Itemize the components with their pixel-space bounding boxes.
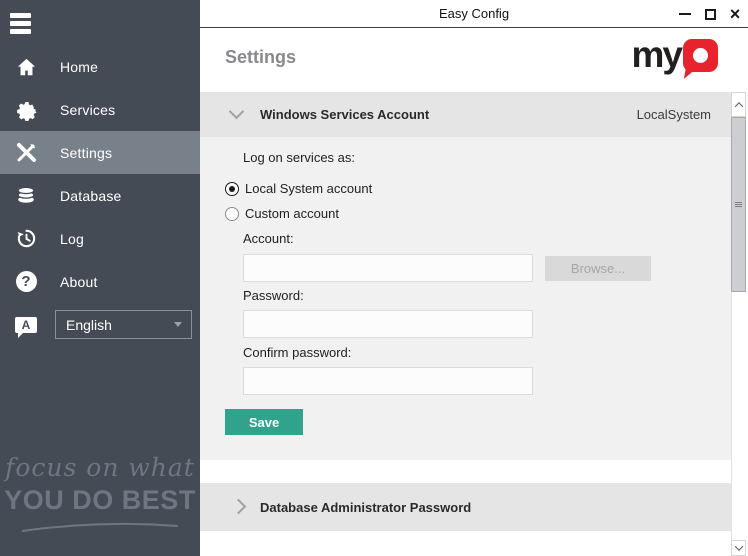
page-title: Settings bbox=[225, 47, 296, 68]
logon-label: Log on services as: bbox=[243, 150, 355, 165]
account-input[interactable] bbox=[243, 254, 533, 282]
home-icon bbox=[13, 55, 39, 79]
translate-icon: A bbox=[13, 313, 39, 337]
radio-custom-account[interactable]: Custom account bbox=[225, 206, 339, 221]
sidebar-item-language: A English bbox=[0, 303, 200, 346]
sidebar-item-label: Log bbox=[60, 231, 84, 247]
confirm-password-input[interactable] bbox=[243, 367, 533, 395]
main-area: Easy Config × Settings my Windows Servic… bbox=[200, 0, 748, 556]
chevron-up-icon bbox=[734, 102, 742, 110]
language-dropdown[interactable]: English bbox=[55, 310, 192, 339]
maximize-icon bbox=[705, 9, 716, 20]
titlebar: Easy Config × bbox=[200, 0, 748, 28]
section-title: Database Administrator Password bbox=[260, 483, 471, 531]
sidebar-item-label: Services bbox=[60, 102, 115, 118]
section-value: LocalSystem bbox=[637, 92, 711, 137]
chevron-down-icon bbox=[229, 104, 245, 120]
radio-label: Local System account bbox=[245, 181, 372, 196]
hamburger-menu-icon[interactable] bbox=[10, 13, 31, 34]
sidebar-item-label: About bbox=[60, 274, 98, 290]
myq-logo-text: my bbox=[632, 39, 681, 71]
easy-config-window: Home Services Settings bbox=[0, 0, 748, 556]
close-button[interactable]: × bbox=[728, 7, 742, 21]
sidebar-item-label: Home bbox=[60, 59, 98, 75]
window-title: Easy Config bbox=[200, 0, 748, 28]
sidebar-item-log[interactable]: Log bbox=[0, 217, 200, 260]
sidebar: Home Services Settings bbox=[0, 0, 200, 556]
sidebar-item-label: Database bbox=[60, 188, 122, 204]
scroll-up-button[interactable] bbox=[731, 92, 746, 117]
language-dropdown-value: English bbox=[66, 317, 112, 333]
section-windows-services-account[interactable]: Windows Services Account LocalSystem bbox=[200, 92, 731, 137]
page-header: Settings my bbox=[200, 28, 748, 91]
scroll-down-button[interactable] bbox=[731, 540, 746, 556]
sidebar-item-about[interactable]: ? About bbox=[0, 260, 200, 303]
chevron-down-icon bbox=[734, 542, 742, 550]
password-input[interactable] bbox=[243, 310, 533, 338]
sidebar-item-label: Settings bbox=[60, 145, 112, 161]
chevron-right-icon bbox=[231, 499, 247, 515]
sidebar-item-services[interactable]: Services bbox=[0, 88, 200, 131]
tagline-line1: focus on what bbox=[0, 453, 200, 482]
minimize-button[interactable] bbox=[678, 7, 692, 21]
section-title: Windows Services Account bbox=[260, 92, 429, 137]
minimize-icon bbox=[679, 13, 691, 15]
section-database-administrator-password[interactable]: Database Administrator Password bbox=[200, 483, 731, 531]
brand-tagline: focus on what YOU DO BEST bbox=[0, 453, 200, 534]
radio-local-system-account[interactable]: Local System account bbox=[225, 181, 372, 196]
maximize-button[interactable] bbox=[703, 7, 717, 21]
scrollbar-grip-icon bbox=[735, 202, 742, 208]
gear-icon bbox=[13, 98, 39, 122]
sidebar-menu: Home Services Settings bbox=[0, 45, 200, 346]
radio-unselected-icon bbox=[225, 207, 239, 221]
sidebar-item-database[interactable]: Database bbox=[0, 174, 200, 217]
password-label: Password: bbox=[243, 288, 304, 303]
confirm-password-label: Confirm password: bbox=[243, 345, 351, 360]
tools-icon bbox=[13, 141, 39, 165]
myq-logo-q-icon bbox=[683, 39, 718, 72]
scrollbar-thumb[interactable] bbox=[731, 117, 746, 292]
history-clock-icon bbox=[13, 227, 39, 251]
settings-content: Windows Services Account LocalSystem Log… bbox=[200, 92, 748, 556]
save-button[interactable]: Save bbox=[225, 409, 303, 435]
browse-button[interactable]: Browse... bbox=[545, 256, 651, 281]
tagline-curve bbox=[0, 518, 200, 534]
chevron-down-icon bbox=[174, 322, 182, 327]
sidebar-item-home[interactable]: Home bbox=[0, 45, 200, 88]
tagline-line2: YOU DO BEST bbox=[0, 485, 200, 516]
account-label: Account: bbox=[243, 231, 294, 246]
question-circle-icon: ? bbox=[13, 270, 39, 294]
radio-label: Custom account bbox=[245, 206, 339, 221]
myq-logo: my bbox=[632, 39, 718, 72]
radio-selected-icon bbox=[225, 182, 239, 196]
windows-services-panel: Log on services as: Local System account… bbox=[200, 137, 731, 460]
close-icon: × bbox=[730, 7, 741, 21]
sidebar-item-settings[interactable]: Settings bbox=[0, 131, 200, 174]
database-icon bbox=[13, 184, 39, 208]
vertical-scrollbar[interactable] bbox=[731, 92, 746, 556]
